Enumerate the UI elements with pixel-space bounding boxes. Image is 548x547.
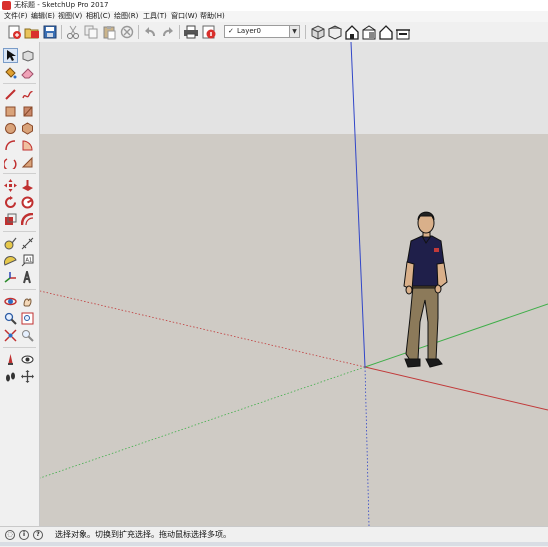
palette-separator [3, 347, 36, 348]
freehand-icon[interactable] [21, 88, 34, 101]
dimension-icon[interactable] [21, 237, 34, 250]
rectangle-icon[interactable] [4, 105, 17, 118]
print-icon[interactable] [183, 24, 199, 40]
previous-view-icon[interactable] [21, 329, 34, 342]
cut-icon[interactable] [65, 24, 81, 40]
copy-icon[interactable] [83, 24, 99, 40]
views-top-icon[interactable] [327, 24, 343, 40]
palette-separator [3, 173, 36, 174]
menu-file[interactable]: 文件(F) [4, 11, 28, 22]
menu-view[interactable]: 视图(V) [58, 11, 82, 22]
axes-icon[interactable] [4, 271, 17, 284]
geo-location-icon[interactable]: ◌ [5, 530, 15, 540]
follow-me-icon[interactable] [21, 196, 34, 209]
layer-dropdown[interactable]: ✓ Layer0 ▼ [224, 25, 300, 38]
taskbar-strip [0, 542, 548, 546]
toolbar-separator [305, 25, 306, 39]
pie-icon[interactable] [21, 139, 34, 152]
component-icon[interactable] [21, 49, 34, 62]
text-icon[interactable]: A1 [21, 254, 34, 267]
info-icon[interactable]: i [19, 530, 29, 540]
tape-measure-icon[interactable] [4, 237, 17, 250]
eraser-icon[interactable] [21, 66, 34, 79]
svg-text:A1: A1 [26, 258, 33, 264]
help-icon[interactable]: ? [33, 530, 43, 540]
palette-separator [3, 83, 36, 84]
line-icon[interactable] [4, 88, 17, 101]
redo-icon[interactable] [160, 24, 176, 40]
walk-icon[interactable] [4, 370, 17, 383]
zoom-extents-icon[interactable] [4, 329, 17, 342]
select-icon[interactable] [3, 48, 18, 63]
views-right-icon[interactable] [361, 24, 377, 40]
two-point-arc-icon[interactable] [4, 156, 17, 169]
move-icon[interactable] [4, 179, 17, 192]
toolbar-separator [61, 25, 62, 39]
scene-canvas[interactable] [40, 42, 548, 526]
views-front-icon[interactable] [344, 24, 360, 40]
toolbar-separator [179, 25, 180, 39]
menu-help[interactable]: 帮助(H) [200, 11, 225, 22]
look-around-icon[interactable] [21, 353, 34, 366]
status-message: 选择对象。切换到扩充选择。拖动鼠标选择多项。 [55, 530, 231, 539]
main-toolbar: ✓ Layer0 ▼ [0, 22, 548, 43]
protractor-icon[interactable] [4, 254, 17, 267]
menu-draw[interactable]: 绘图(R) [114, 11, 138, 22]
new-icon[interactable] [6, 24, 22, 40]
menu-window[interactable]: 窗口(W) [171, 11, 197, 22]
drawing-viewport[interactable] [40, 42, 548, 526]
rotate-icon[interactable] [4, 196, 17, 209]
menu-camera[interactable]: 相机(C) [86, 11, 110, 22]
arc-icon[interactable] [4, 139, 17, 152]
sky [40, 42, 548, 134]
views-back-icon[interactable] [378, 24, 394, 40]
layer-check-icon: ✓ [228, 27, 234, 35]
model-info-icon[interactable] [201, 24, 217, 40]
erase-icon[interactable] [119, 24, 135, 40]
save-icon[interactable] [42, 24, 58, 40]
position-camera-icon[interactable] [4, 353, 17, 366]
layer-value: Layer0 [237, 27, 261, 35]
zoom-window-icon[interactable] [21, 312, 34, 325]
polygon-icon[interactable] [21, 122, 34, 135]
circle-icon[interactable] [4, 122, 17, 135]
paste-icon[interactable] [101, 24, 117, 40]
menu-tools[interactable]: 工具(T) [143, 11, 167, 22]
zoom-icon[interactable] [4, 312, 17, 325]
palette-separator [3, 231, 36, 232]
window-title: 无标题 - SketchUp Pro 2017 [14, 1, 109, 9]
undo-icon[interactable] [142, 24, 158, 40]
chevron-down-icon[interactable]: ▼ [289, 26, 299, 37]
open-icon[interactable] [24, 24, 40, 40]
offset-icon[interactable] [21, 213, 34, 226]
views-iso-icon[interactable] [310, 24, 326, 40]
paint-bucket-icon[interactable] [4, 66, 17, 79]
toolbar-separator [138, 25, 139, 39]
app-logo-icon [2, 1, 11, 10]
palette-separator [3, 289, 36, 290]
menu-edit[interactable]: 编辑(E) [31, 11, 55, 22]
pan-icon[interactable] [21, 295, 34, 308]
section-plane-icon[interactable] [21, 370, 34, 383]
orbit-icon[interactable] [4, 295, 17, 308]
3d-text-icon[interactable] [21, 271, 34, 284]
views-left-icon[interactable] [395, 24, 411, 40]
scale-icon[interactable] [4, 213, 17, 226]
rotated-rect-icon[interactable] [21, 105, 34, 118]
three-point-arc-icon[interactable] [21, 156, 34, 169]
push-pull-icon[interactable] [21, 179, 34, 192]
tool-palette: A1 [0, 42, 40, 526]
